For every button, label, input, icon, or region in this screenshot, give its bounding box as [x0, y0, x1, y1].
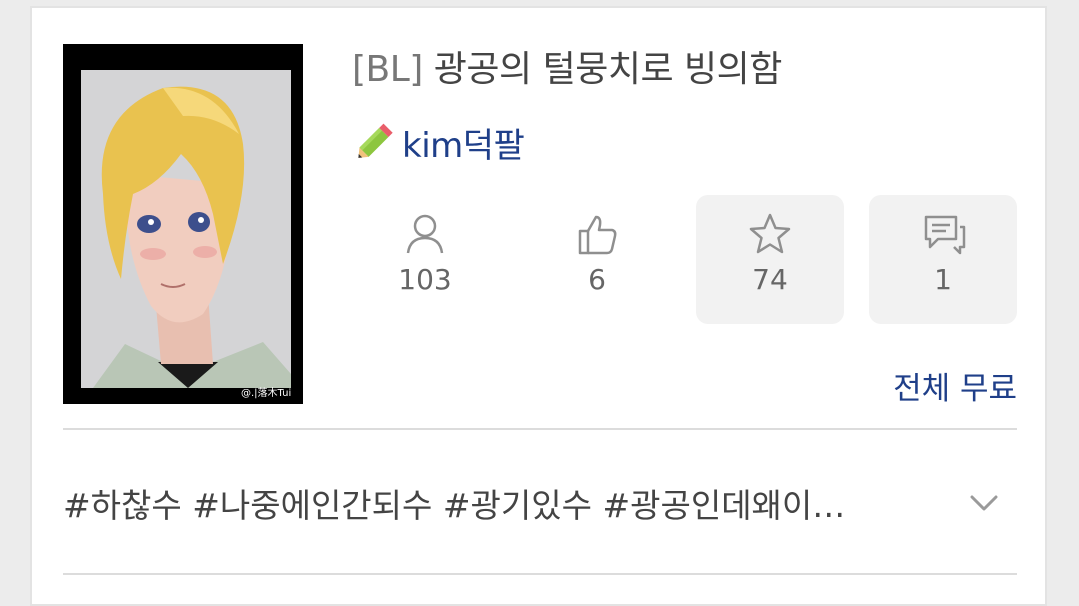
title-genre-tag: [BL] — [352, 49, 423, 90]
pencil-icon — [358, 123, 393, 158]
favorites-button[interactable]: 74 — [696, 195, 844, 324]
cover-image[interactable]: @.|落木Tui — [63, 44, 303, 404]
likes-stat[interactable]: 6 — [523, 195, 671, 324]
title-text: 광공의 털뭉치로 빙의함 — [433, 49, 783, 90]
hashtag-list[interactable]: #하찮수 #나중에인간되수 #광기있수 #광공인데왜이… — [63, 479, 943, 527]
cover-watermark: @.|落木Tui — [241, 387, 291, 399]
price-status: 전체 무료 — [893, 371, 1017, 407]
views-count: 103 — [398, 263, 452, 296]
views-stat: 103 — [351, 195, 499, 324]
author-link[interactable]: kim덕팔 — [352, 120, 525, 166]
divider-bottom — [63, 573, 1017, 575]
divider — [63, 428, 1017, 430]
comments-count: 1 — [934, 263, 952, 296]
work-title[interactable]: [BL] 광공의 털뭉치로 빙의함 — [352, 40, 782, 92]
cover-illustration: @.|落木Tui — [63, 44, 303, 404]
chevron-down-icon[interactable] — [966, 488, 1002, 518]
star-icon — [749, 213, 791, 254]
author-name: kim덕팔 — [402, 125, 525, 166]
person-icon — [406, 214, 444, 254]
thumbs-up-icon — [578, 215, 617, 255]
likes-count: 6 — [588, 263, 606, 296]
comments-button[interactable]: 1 — [869, 195, 1017, 324]
comment-icon — [924, 215, 966, 255]
favorites-count: 74 — [752, 263, 788, 296]
